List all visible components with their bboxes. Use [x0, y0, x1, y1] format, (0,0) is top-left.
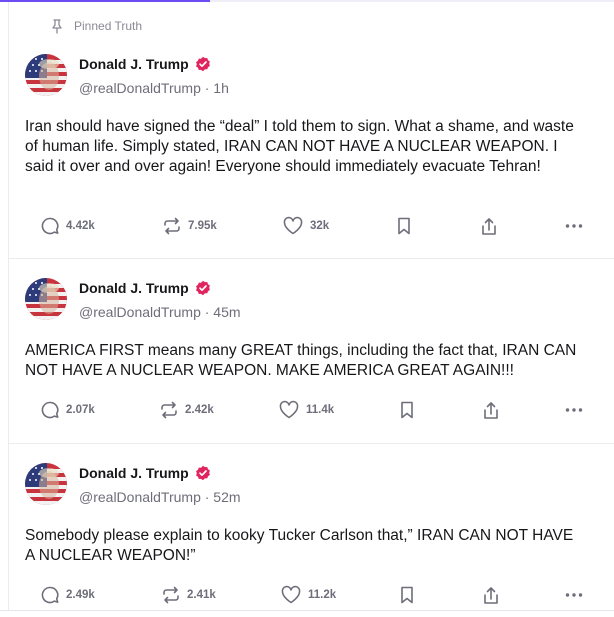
avatar[interactable]: [25, 463, 67, 505]
avatar[interactable]: [25, 278, 67, 320]
retruth-icon: [161, 401, 177, 419]
verified-badge-icon: [195, 280, 210, 296]
post-text: Iran should have signed the “deal” I tol…: [25, 118, 574, 175]
author-handle-and-time[interactable]: @realDonaldTrump · 45m: [79, 304, 241, 320]
more-options-button[interactable]: [564, 216, 584, 236]
reply-icon: [41, 401, 59, 419]
heart-icon: [279, 400, 299, 419]
author-name-text: Donald J. Trump: [79, 465, 189, 481]
more-icon: [565, 593, 583, 597]
pinned-label: Pinned Truth: [74, 19, 143, 33]
like-button[interactable]: 11.2k: [280, 585, 336, 605]
bookmark-button[interactable]: [399, 400, 415, 420]
pin-icon: [52, 19, 62, 34]
author-name[interactable]: Donald J. Trump: [79, 56, 211, 72]
author-handle-and-time[interactable]: @realDonaldTrump · 1h: [79, 80, 229, 96]
share-icon: [482, 218, 496, 235]
like-count: 32k: [310, 220, 330, 232]
like-count: 11.4k: [306, 404, 335, 416]
post-actions: 4.42k 7.95k 32k: [9, 216, 614, 238]
share-icon: [484, 402, 498, 419]
post-actions: 2.07k 2.42k 11.4k: [9, 400, 614, 422]
avatar-flag-portrait: [25, 463, 67, 505]
like-button[interactable]: 11.4k: [278, 400, 334, 420]
share-button[interactable]: [481, 585, 501, 607]
share-icon: [484, 587, 498, 604]
reply-button[interactable]: 4.42k: [40, 216, 95, 236]
like-count: 11.2k: [308, 589, 337, 601]
verified-badge-icon: [195, 56, 210, 72]
more-icon: [565, 224, 583, 228]
more-options-button[interactable]: [564, 400, 584, 420]
retruth-button[interactable]: 2.41k: [161, 585, 216, 605]
retruth-count: 2.41k: [187, 589, 216, 601]
bookmark-icon: [401, 401, 413, 419]
post[interactable]: Donald J. Trump @realDonaldTrump · 52m S…: [9, 444, 614, 610]
post-text: Somebody please explain to kooky Tucker …: [25, 527, 574, 564]
avatar-flag-portrait: [25, 54, 67, 96]
bookmark-icon: [401, 586, 413, 604]
reply-icon: [41, 586, 59, 604]
retruth-button[interactable]: 2.42k: [159, 400, 214, 420]
author-name[interactable]: Donald J. Trump: [79, 465, 211, 481]
retruth-button[interactable]: 7.95k: [162, 216, 217, 236]
share-button[interactable]: [479, 216, 499, 238]
heart-icon: [281, 585, 301, 604]
retruth-count: 2.42k: [185, 404, 214, 416]
verified-badge-icon: [195, 465, 210, 481]
reply-icon: [41, 217, 59, 235]
bookmark-icon: [398, 217, 410, 235]
bookmark-button[interactable]: [399, 585, 415, 605]
post-text: AMERICA FIRST means many GREAT things, i…: [25, 342, 577, 379]
reply-count: 2.49k: [66, 589, 95, 601]
avatar[interactable]: [25, 54, 67, 96]
reply-count: 2.07k: [66, 404, 95, 416]
author-name-text: Donald J. Trump: [79, 280, 189, 296]
heart-icon: [283, 216, 303, 235]
author-name[interactable]: Donald J. Trump: [79, 280, 211, 296]
bookmark-button[interactable]: [396, 216, 412, 236]
author-name-text: Donald J. Trump: [79, 56, 189, 72]
retruth-count: 7.95k: [188, 220, 217, 232]
pinned-indicator: Pinned Truth: [50, 18, 142, 34]
feed-bottom-border: [0, 610, 614, 611]
post-actions: 2.49k 2.41k 11.2k: [9, 585, 614, 607]
retruth-icon: [163, 586, 179, 604]
reply-button[interactable]: 2.49k: [40, 585, 95, 605]
more-icon: [565, 408, 583, 412]
avatar-flag-portrait: [25, 278, 67, 320]
post[interactable]: Donald J. Trump @realDonaldTrump · 45m A…: [9, 259, 614, 443]
author-handle-and-time[interactable]: @realDonaldTrump · 52m: [79, 489, 241, 505]
post[interactable]: Donald J. Trump @realDonaldTrump · 1h Ir…: [9, 40, 614, 258]
like-button[interactable]: 32k: [282, 216, 329, 236]
share-button[interactable]: [481, 400, 501, 422]
retruth-icon: [164, 217, 180, 235]
reply-count: 4.42k: [66, 220, 95, 232]
more-options-button[interactable]: [564, 585, 584, 605]
reply-button[interactable]: 2.07k: [40, 400, 95, 420]
